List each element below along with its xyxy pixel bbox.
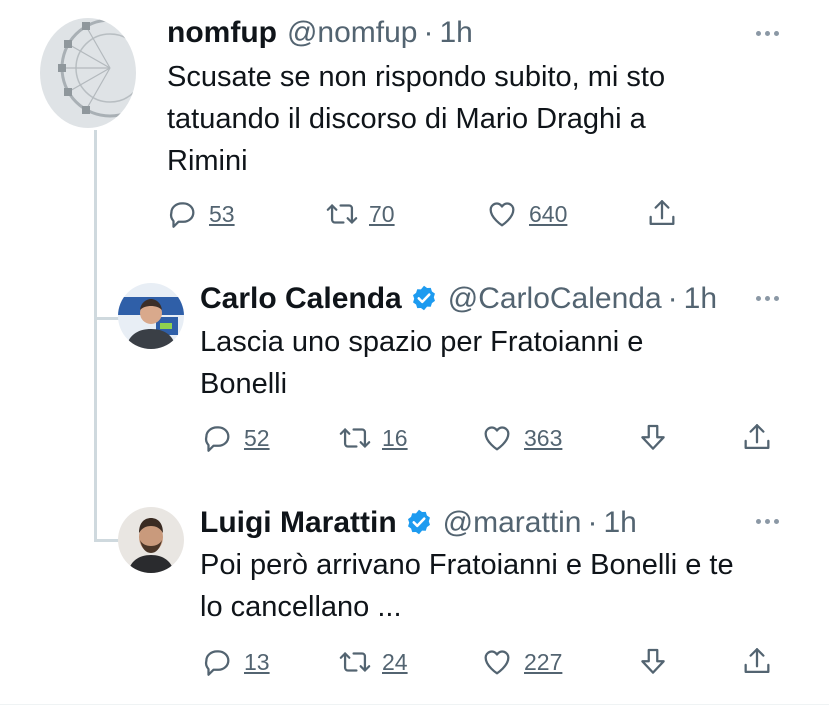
tweet-1-separator: · — [423, 16, 434, 49]
tweet-2-author-name[interactable]: Carlo Calenda — [200, 282, 402, 316]
tweet-1-author-handle[interactable]: @nomfup — [287, 16, 418, 50]
retweet-count: 16 — [382, 424, 408, 451]
tweet-3-actions: 13 24 227 — [200, 645, 780, 679]
tweet-2-text-line: Bonelli — [200, 368, 288, 400]
avatar-carlo-calenda[interactable] — [118, 283, 184, 349]
thread-line-vertical — [94, 130, 97, 542]
verified-icon — [412, 285, 435, 311]
share-icon — [649, 200, 675, 226]
avatar-luigi-marattin[interactable] — [118, 507, 184, 573]
tweet-2-actions: 52 16 363 — [200, 421, 780, 455]
tweet-1-timestamp[interactable]: 1h — [440, 16, 473, 50]
download-icon — [641, 424, 665, 450]
tweet-3-text: Poi però arrivano Fratoianni e Bonelli e… — [200, 544, 734, 628]
tweet-1-text-line: Rimini — [167, 145, 248, 177]
retweet-icon — [339, 652, 371, 672]
tweet-3-separator: · — [587, 506, 598, 539]
tweet-1-header: nomfup @nomfup · 1h — [167, 16, 473, 50]
tweet-2-author-handle[interactable]: @CarloCalenda — [448, 282, 662, 316]
tweet-3-text-line: lo cancellano ... — [200, 591, 402, 623]
tweet-3-author-name[interactable]: Luigi Marattin — [200, 506, 397, 540]
like-button[interactable]: 640 — [485, 197, 567, 231]
tweet-3-header: Luigi Marattin @marattin · 1h — [200, 504, 637, 540]
download-button[interactable] — [636, 421, 670, 455]
reply-count: 13 — [244, 648, 270, 675]
retweet-button[interactable]: 16 — [338, 421, 408, 455]
tweet-1-actions: 53 70 640 — [165, 197, 695, 231]
reply-button[interactable]: 52 — [200, 421, 270, 455]
tweet-1-text-line: tatuando il discorso di Mario Draghi a — [167, 103, 646, 135]
like-icon — [484, 426, 510, 451]
retweet-count: 24 — [382, 648, 408, 675]
tweet-3-author-handle[interactable]: @marattin — [443, 506, 582, 540]
tweet-1-text: Scusate se non rispondo subito, mi sto t… — [167, 56, 665, 182]
like-count: 363 — [524, 424, 563, 451]
reply-button[interactable]: 13 — [200, 645, 270, 679]
download-icon — [641, 648, 665, 674]
avatar-nomfup[interactable] — [40, 18, 136, 128]
tweet-2-text: Lascia uno spazio per Fratoianni e Bonel… — [200, 321, 643, 405]
like-button[interactable]: 227 — [480, 645, 562, 679]
download-button[interactable] — [636, 645, 670, 679]
reply-icon — [204, 426, 230, 452]
reply-button[interactable]: 53 — [165, 197, 235, 231]
divider — [0, 704, 829, 705]
tweet-2-timestamp[interactable]: 1h — [684, 282, 717, 316]
share-button[interactable] — [740, 421, 774, 455]
like-button[interactable]: 363 — [480, 421, 562, 455]
more-icon[interactable] — [756, 31, 779, 36]
tweet-2-text-line: Lascia uno spazio per Fratoianni e — [200, 326, 644, 358]
share-icon — [744, 648, 770, 674]
share-button[interactable] — [740, 645, 774, 679]
tweet-3-timestamp[interactable]: 1h — [603, 506, 636, 540]
tweet-1-author-name[interactable]: nomfup — [167, 16, 277, 50]
reply-count: 53 — [209, 200, 235, 227]
tweet-1-text-line: Scusate se non rispondo subito, mi sto — [167, 61, 666, 93]
more-icon[interactable] — [756, 296, 779, 301]
reply-icon — [169, 202, 195, 228]
share-button[interactable] — [645, 197, 679, 231]
tweet-2-header: Carlo Calenda @CarloCalenda · 1h — [200, 280, 717, 316]
tweet-2-separator: · — [667, 282, 678, 315]
tweet-3-text-line: Poi però arrivano Fratoianni e Bonelli e… — [200, 549, 734, 581]
like-count: 227 — [524, 648, 563, 675]
retweet-count: 70 — [369, 200, 395, 227]
verified-icon — [407, 509, 430, 535]
retweet-icon — [326, 204, 358, 224]
retweet-icon — [339, 428, 371, 448]
like-icon — [484, 650, 510, 675]
retweet-button[interactable]: 70 — [325, 197, 395, 231]
retweet-button[interactable]: 24 — [338, 645, 408, 679]
share-icon — [744, 424, 770, 450]
reply-count: 52 — [244, 424, 270, 451]
like-count: 640 — [529, 200, 568, 227]
more-icon[interactable] — [756, 519, 779, 524]
like-icon — [489, 202, 515, 227]
reply-icon — [204, 650, 230, 676]
